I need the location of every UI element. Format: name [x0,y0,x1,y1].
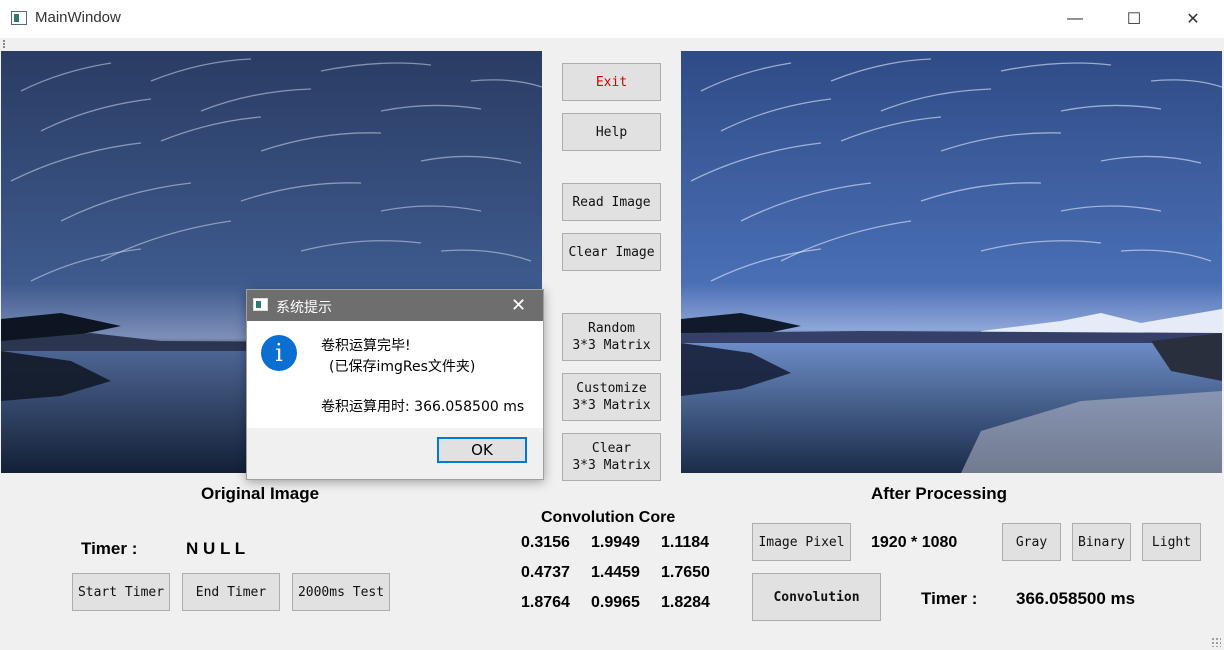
customize-matrix-button[interactable]: Customize 3*3 Matrix [562,373,661,421]
kernel-cell: 1.8284 [661,594,710,611]
app-icon [11,11,27,25]
binary-button[interactable]: Binary [1072,523,1131,561]
processed-image [681,51,1222,473]
window-title: MainWindow [35,9,121,26]
timer-value-left: N U L L [186,539,246,558]
info-icon: i [261,335,297,371]
toolbar-grip[interactable] [3,40,7,48]
dialog-title: 系统提示 [276,300,332,316]
kernel-cell: 1.8764 [521,594,570,611]
kernel-cell: 0.3156 [521,534,570,551]
minimize-button[interactable]: — [1052,0,1098,38]
dialog-message-line2: (已保存imgRes文件夹) [329,359,476,375]
image-pixel-button[interactable]: Image Pixel [752,523,851,561]
read-image-button[interactable]: Read Image [562,183,661,221]
toolbar-strip [0,38,1224,50]
timer-value-right: 366.058500 ms [1016,589,1136,608]
after-processing-label: After Processing [871,484,1008,503]
dialog-app-icon [253,298,268,311]
start-timer-button[interactable]: Start Timer [72,573,170,611]
pixel-value: 1920 * 1080 [871,534,958,551]
dialog-close-button[interactable]: ✕ [511,295,526,316]
help-button[interactable]: Help [562,113,661,151]
convolution-core-label: Convolution Core [541,509,676,526]
timer-label-right: Timer : [921,589,978,608]
random-matrix-button[interactable]: Random 3*3 Matrix [562,313,661,361]
message-dialog: 系统提示 ✕ i 卷积运算完毕! (已保存imgRes文件夹) 卷积运算用时: … [246,289,544,480]
kernel-cell: 1.9949 [591,534,640,551]
light-button[interactable]: Light [1142,523,1201,561]
clear-image-button[interactable]: Clear Image [562,233,661,271]
kernel-cell: 1.4459 [591,564,640,581]
original-image-label: Original Image [201,484,320,503]
close-window-button[interactable]: ✕ [1170,0,1216,38]
maximize-button[interactable]: ☐ [1111,0,1157,38]
test-2000ms-button[interactable]: 2000ms Test [292,573,390,611]
dialog-message-line1: 卷积运算完毕! [321,338,411,354]
clear-matrix-button[interactable]: Clear 3*3 Matrix [562,433,661,481]
ok-button[interactable]: OK [437,437,527,463]
kernel-cell: 1.7650 [661,564,710,581]
kernel-cell: 0.4737 [521,564,570,581]
timer-label-left: Timer : [81,539,138,558]
resize-grip[interactable] [1211,637,1221,647]
kernel-cell: 0.9965 [591,594,640,611]
gray-button[interactable]: Gray [1002,523,1061,561]
kernel-cell: 1.1184 [661,534,710,551]
title-bar [0,0,1224,38]
dialog-message-line3: 卷积运算用时: 366.058500 ms [321,399,525,415]
exit-button[interactable]: Exit [562,63,661,101]
convolution-button[interactable]: Convolution [752,573,881,621]
end-timer-button[interactable]: End Timer [182,573,280,611]
